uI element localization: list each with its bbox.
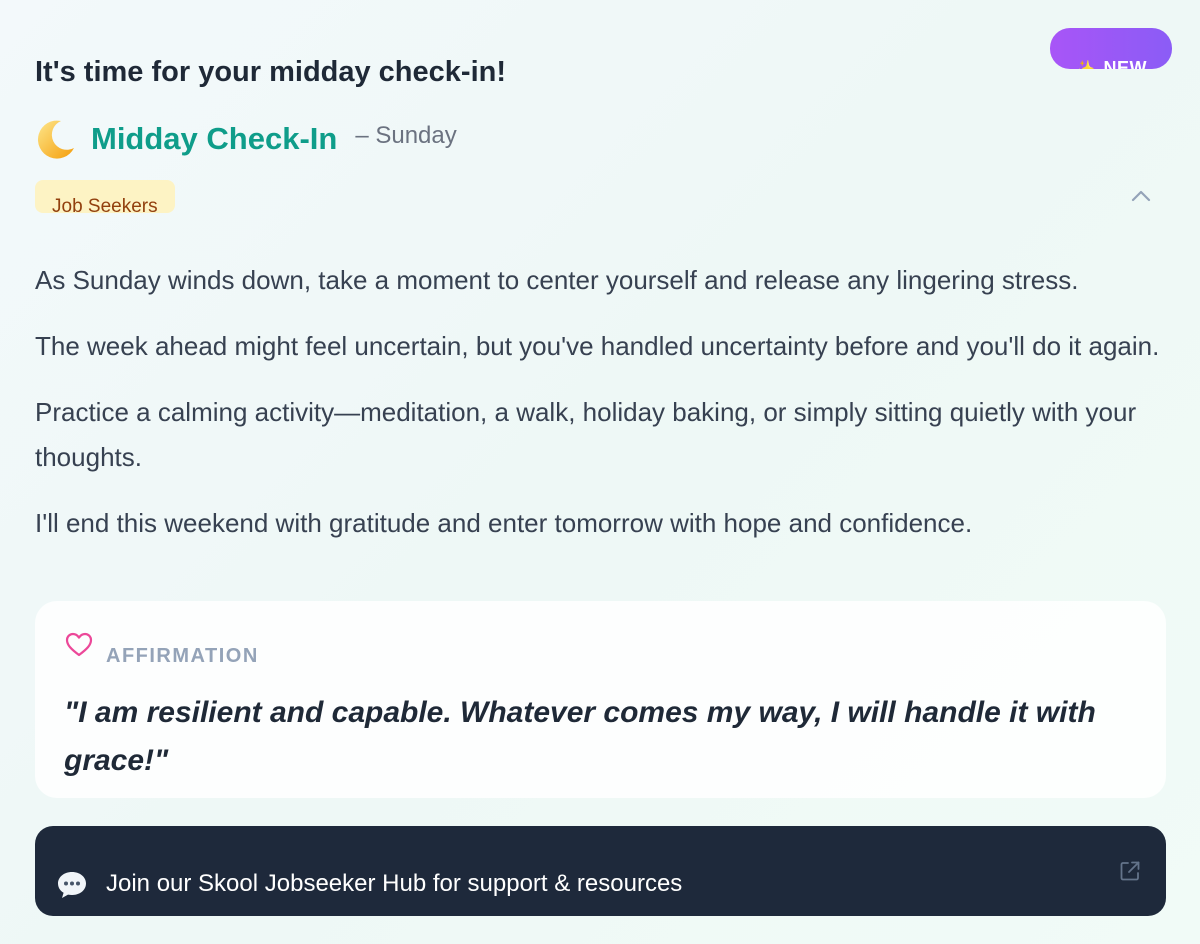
external-link-icon [1120, 861, 1140, 881]
body-paragraph: As Sunday winds down, take a moment to c… [35, 265, 1079, 295]
category-tag: Job Seekers [35, 180, 175, 217]
category-tag-label: Job Seekers [52, 196, 158, 217]
checkin-day: – Sunday [355, 122, 457, 149]
hub-link-button[interactable]: Join our Skool Jobseeker Hub for support… [35, 826, 1166, 916]
page-title: It's time for your midday check-in! [35, 56, 506, 88]
chevron-up-icon[interactable] [1130, 188, 1152, 204]
new-badge: ✨ NEW [1050, 28, 1172, 69]
body-paragraph: Practice a calming activity—meditation, … [35, 397, 1137, 472]
body-paragraph: The week ahead might feel uncertain, but… [35, 331, 1160, 361]
affirmation-box: AFFIRMATION "I am resilient and capable.… [35, 601, 1166, 798]
checkin-card: ✨ NEW It's time for your midday check-in… [0, 0, 1200, 944]
affirmation-label: AFFIRMATION [106, 645, 259, 667]
speech-bubble-icon [58, 872, 86, 898]
crescent-moon-icon [37, 120, 74, 159]
checkin-title: Midday Check-In [91, 121, 338, 156]
sparkle-icon: ✨ [1075, 60, 1096, 70]
checkin-body: As Sunday winds down, take a moment to c… [35, 258, 1170, 567]
affirmation-quote: "I am resilient and capable. Whatever co… [64, 696, 1096, 777]
heart-icon [65, 632, 93, 657]
body-paragraph: I'll end this weekend with gratitude and… [35, 508, 973, 538]
hub-link-text: Join our Skool Jobseeker Hub for support… [106, 870, 683, 897]
new-badge-label: NEW [1103, 58, 1147, 69]
checkin-title-row: Midday Check-In – Sunday [35, 118, 457, 160]
